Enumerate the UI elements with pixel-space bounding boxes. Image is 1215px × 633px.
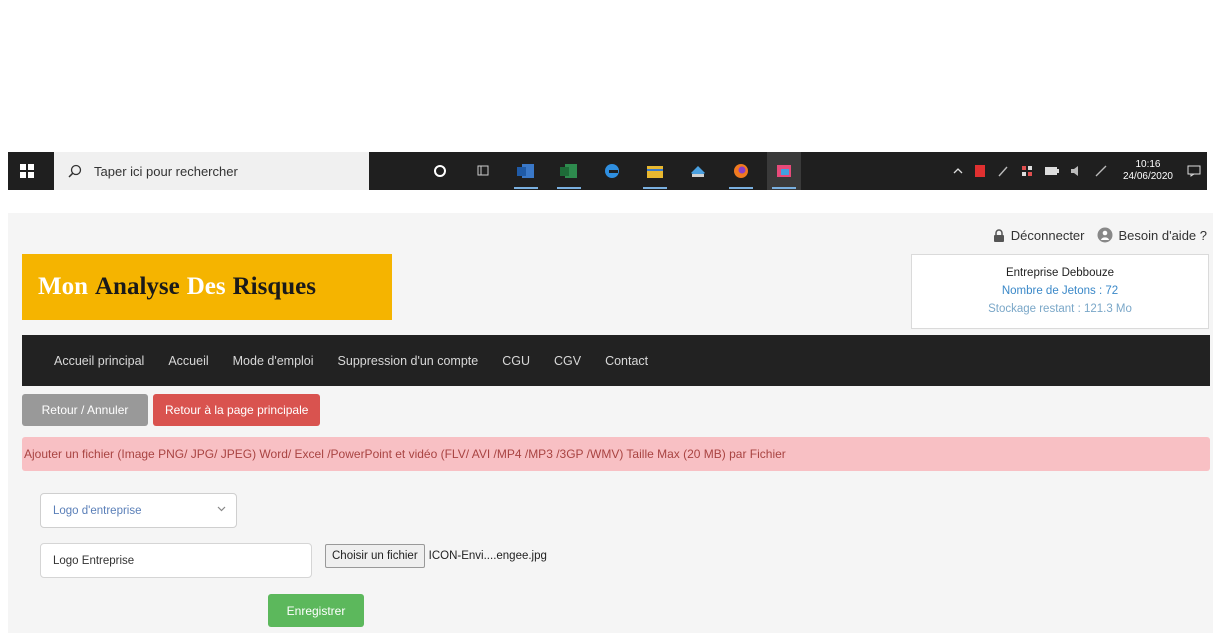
site-logo[interactable]: Mon Analyse Des Risques	[22, 254, 392, 320]
chevron-up-icon[interactable]	[953, 167, 963, 175]
windows-taskbar: Taper ici pour rechercher 10:16 24/06/20…	[8, 152, 1207, 190]
blank-area	[0, 0, 1215, 152]
nav-contact[interactable]: Contact	[605, 354, 648, 368]
logo-word-2: Analyse	[95, 273, 180, 300]
clock-date: 24/06/2020	[1122, 171, 1173, 182]
clock-time: 10:16	[1135, 159, 1161, 170]
file-name-input[interactable]: Logo Entreprise	[40, 543, 312, 578]
cortana-circle-icon[interactable]	[423, 152, 457, 190]
app-icon[interactable]	[681, 152, 715, 190]
company-name: Entreprise Debbouze	[1005, 267, 1115, 279]
upload-info-alert: Ajouter un fichier (Image PNG/ JPG/ JPEG…	[22, 437, 1210, 471]
notification-icon[interactable]	[1181, 165, 1207, 177]
app-tray-icon[interactable]	[1021, 165, 1033, 177]
file-explorer-icon[interactable]	[638, 152, 672, 190]
nav-accueil[interactable]: Accueil	[168, 354, 208, 368]
volume-icon[interactable]	[1070, 166, 1083, 176]
user-help-icon	[1097, 227, 1112, 243]
choose-file-button[interactable]: Choisir un fichier	[325, 544, 425, 568]
taskbar-clock[interactable]: 10:16 24/06/2020	[1123, 159, 1173, 183]
task-view-icon[interactable]	[466, 152, 500, 190]
nav-cgv[interactable]: CGV	[554, 354, 581, 368]
logout-label: Déconnecter	[1010, 227, 1085, 243]
back-home-button[interactable]: Retour à la page principale	[153, 394, 321, 426]
main-navbar: Accueil principal Accueil Mode d'emploi …	[22, 335, 1210, 386]
help-link[interactable]: Besoin d'aide ?	[1097, 227, 1208, 243]
save-button[interactable]: Enregistrer	[268, 594, 364, 627]
lock-icon	[993, 228, 1004, 242]
firefox-icon[interactable]	[724, 152, 758, 190]
file-chooser: Choisir un fichier ICON-Envi....engee.jp…	[325, 544, 547, 568]
back-cancel-button[interactable]: Retour / Annuler	[22, 394, 148, 426]
help-label: Besoin d'aide ?	[1118, 227, 1208, 243]
logo-word-4: Risques	[232, 273, 316, 300]
user-bar: Déconnecter Besoin d'aide ?	[981, 227, 1207, 243]
storage-remaining: Stockage restant : 121.3 Mo	[988, 303, 1132, 315]
chevron-down-icon	[217, 504, 226, 516]
upload-form: Logo d'entreprise Logo Entreprise Choisi…	[22, 471, 602, 633]
edge-icon[interactable]	[595, 152, 629, 190]
battery-icon[interactable]	[1044, 167, 1059, 175]
excel-icon[interactable]	[552, 152, 586, 190]
logo-word-3: Des	[186, 273, 226, 300]
web-page: Déconnecter Besoin d'aide ? Mon Analyse …	[8, 213, 1213, 633]
logout-link[interactable]: Déconnecter	[993, 228, 1085, 243]
nav-cgu[interactable]: CGU	[502, 354, 530, 368]
nav-suppression-compte[interactable]: Suppression d'un compte	[338, 354, 479, 368]
logo-word-1: Mon	[38, 273, 88, 300]
system-tray: 10:16 24/06/2020	[947, 152, 1207, 190]
token-count: Nombre de Jetons : 72	[1001, 285, 1119, 297]
security-alert-icon[interactable]	[974, 165, 985, 177]
company-info-card: Entreprise Debbouze Nombre de Jetons : 7…	[911, 254, 1209, 329]
nav-mode-emploi[interactable]: Mode d'emploi	[233, 354, 314, 368]
paint-icon[interactable]	[767, 152, 801, 190]
pen-icon[interactable]	[997, 165, 1009, 177]
outlook-icon[interactable]	[509, 152, 543, 190]
search-icon	[68, 164, 82, 178]
nav-accueil-principal[interactable]: Accueil principal	[54, 354, 144, 368]
search-placeholder: Taper ici pour rechercher	[94, 163, 238, 179]
taskbar-search-box[interactable]: Taper ici pour rechercher	[54, 152, 369, 190]
chosen-file-name: ICON-Envi....engee.jpg	[428, 550, 547, 562]
network-icon[interactable]	[1095, 165, 1107, 177]
windows-start-button[interactable]	[8, 152, 46, 190]
file-type-value: Logo d'entreprise	[53, 504, 142, 517]
file-type-select[interactable]: Logo d'entreprise	[40, 493, 237, 528]
action-buttons: Retour / Annuler Retour à la page princi…	[22, 394, 325, 426]
windows-logo-icon	[20, 164, 34, 178]
